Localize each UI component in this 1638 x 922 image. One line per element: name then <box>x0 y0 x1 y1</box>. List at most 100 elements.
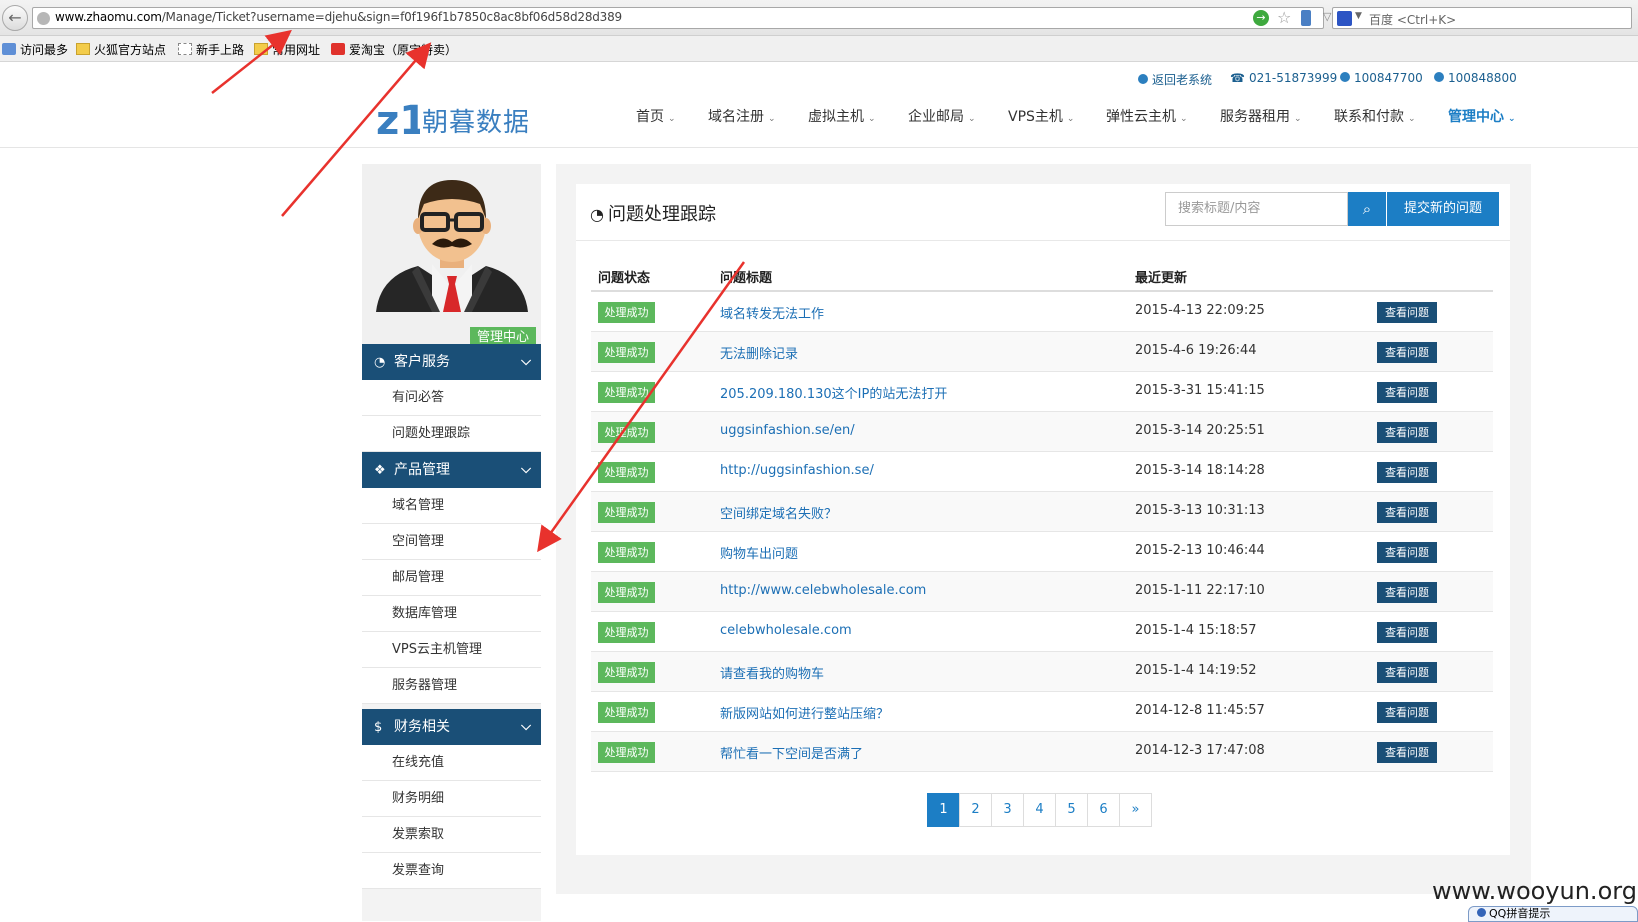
ticket-updated-time: 2015-3-14 18:14:28 <box>1135 463 1265 478</box>
view-ticket-button[interactable]: 查看问题 <box>1377 342 1437 363</box>
view-ticket-button[interactable]: 查看问题 <box>1377 582 1437 603</box>
nav-virtual-host[interactable]: 虚拟主机 ⌄ <box>808 106 876 126</box>
nav-management-center[interactable]: 管理中心 ⌄ <box>1448 106 1516 126</box>
page-1-button[interactable]: 1 <box>927 793 960 827</box>
ticket-updated-time: 2015-1-4 15:18:57 <box>1135 623 1257 638</box>
table-row: 处理成功 域名转发无法工作 2015-4-13 22:09:25 查看问题 <box>591 292 1493 332</box>
qq-pinyin-icon <box>1477 908 1486 917</box>
sidebar-item-server-management[interactable]: 服务器管理 <box>362 668 541 704</box>
nav-server-rental[interactable]: 服务器租用 ⌄ <box>1220 106 1302 126</box>
column-header-status: 问题状态 <box>598 271 651 286</box>
sidebar-item-domain-management[interactable]: 域名管理 <box>362 488 541 524</box>
page-2-button[interactable]: 2 <box>959 793 992 827</box>
view-ticket-button[interactable]: 查看问题 <box>1377 702 1437 723</box>
address-bar[interactable]: www.zhaomu.com/Manage/Ticket?username=dj… <box>32 7 1350 29</box>
view-ticket-button[interactable]: 查看问题 <box>1377 422 1437 443</box>
page-3-button[interactable]: 3 <box>991 793 1024 827</box>
view-ticket-button[interactable]: 查看问题 <box>1377 502 1437 523</box>
ticket-title-link[interactable]: 购物车出问题 <box>720 543 798 562</box>
ticket-title-link[interactable]: 空间绑定域名失败？ <box>720 503 837 522</box>
nav-contact-payment[interactable]: 联系和付款 ⌄ <box>1334 106 1416 126</box>
bookmark-aitaobao[interactable]: 爱淘宝（原宝特卖） <box>331 41 457 58</box>
chevron-down-icon: ⌵ <box>521 719 531 734</box>
bookmark-firefox-site[interactable]: 火狐官方站点 <box>76 41 166 58</box>
search-icon: ⌕ <box>1362 200 1372 218</box>
page-4-button[interactable]: 4 <box>1023 793 1056 827</box>
column-header-title: 问题标题 <box>720 271 773 286</box>
sidebar-section-product-management[interactable]: ❖ 产品管理 ⌵ <box>362 452 541 488</box>
sidebar-section-customer-service[interactable]: ◔ 客户服务 ⌵ <box>362 344 541 380</box>
search-button[interactable]: ⌕ <box>1348 192 1386 226</box>
ticket-title-link[interactable]: 新版网站如何进行整站压缩？ <box>720 703 889 722</box>
qq-icon <box>1434 72 1444 82</box>
sidebar-item-invoice-query[interactable]: 发票查询 <box>362 853 541 889</box>
table-row: 处理成功 请查看我的购物车 2015-1-4 14:19:52 查看问题 <box>591 652 1493 692</box>
status-badge: 处理成功 <box>598 422 655 443</box>
sidebar-item-ticket-tracking[interactable]: 问题处理跟踪 <box>362 416 541 452</box>
nav-domain-registration[interactable]: 域名注册 ⌄ <box>708 106 776 126</box>
status-badge: 处理成功 <box>598 582 655 603</box>
view-ticket-button[interactable]: 查看问题 <box>1377 742 1437 763</box>
search-engine-dropdown-icon[interactable]: ▼ <box>1355 11 1362 21</box>
return-old-system-link[interactable]: 返回老系统 <box>1138 71 1212 88</box>
globe-icon <box>37 12 50 25</box>
ticket-title-link[interactable]: 无法删除记录 <box>720 343 798 362</box>
ticket-title-link[interactable]: http://www.celebwholesale.com <box>720 583 926 598</box>
mobile-device-icon[interactable] <box>1301 10 1311 26</box>
qq-number-1[interactable]: 100847700 <box>1340 71 1423 85</box>
qq-number-2[interactable]: 100848800 <box>1434 71 1517 85</box>
view-ticket-button[interactable]: 查看问题 <box>1377 302 1437 323</box>
pagination: 1 2 3 4 5 6 » <box>927 793 1152 827</box>
browser-search-box[interactable]: ▼ 百度 <Ctrl+K> <box>1332 7 1632 29</box>
ticket-title-link[interactable]: celebwholesale.com <box>720 623 852 638</box>
sidebar-item-faq[interactable]: 有问必答 <box>362 380 541 416</box>
chevron-down-icon: ⌄ <box>1066 114 1075 124</box>
sidebar-section-finance[interactable]: $ 财务相关 ⌵ <box>362 709 541 745</box>
nav-elastic-cloud[interactable]: 弹性云主机 ⌄ <box>1106 106 1188 126</box>
ticket-title-link[interactable]: http://uggsinfashion.se/ <box>720 463 874 478</box>
chevron-down-icon: ⌄ <box>868 114 876 124</box>
bookmark-getting-started[interactable]: 新手上路 <box>178 41 244 58</box>
table-row: 处理成功 购物车出问题 2015-2-13 10:46:44 查看问题 <box>591 532 1493 572</box>
sidebar-item-invoice-request[interactable]: 发票索取 <box>362 817 541 853</box>
sidebar-item-online-recharge[interactable]: 在线充值 <box>362 745 541 781</box>
submit-new-ticket-button[interactable]: 提交新的问题 <box>1387 192 1499 226</box>
view-ticket-button[interactable]: 查看问题 <box>1377 382 1437 403</box>
bookmark-star-icon[interactable]: ☆ <box>1277 8 1291 27</box>
history-dropdown-icon[interactable]: ▽ <box>1323 10 1331 23</box>
bookmark-most-visited[interactable]: 访问最多 <box>2 41 68 58</box>
nav-home[interactable]: 首页 ⌄ <box>636 106 676 126</box>
sidebar-item-mail-management[interactable]: 邮局管理 <box>362 560 541 596</box>
ticket-updated-time: 2015-4-13 22:09:25 <box>1135 303 1265 318</box>
qq-pinyin-popup[interactable]: QQ拼音提示 <box>1468 906 1638 922</box>
ticket-title-link[interactable]: 请查看我的购物车 <box>720 663 824 682</box>
sidebar-item-vps-management[interactable]: VPS云主机管理 <box>362 632 541 668</box>
page-5-button[interactable]: 5 <box>1055 793 1088 827</box>
view-ticket-button[interactable]: 查看问题 <box>1377 542 1437 563</box>
table-row: 处理成功 205.209.180.130这个IP的站无法打开 2015-3-31… <box>591 372 1493 412</box>
ticket-title-link[interactable]: 域名转发无法工作 <box>720 303 824 322</box>
bookmark-common-sites[interactable]: 常用网址 <box>254 41 320 58</box>
chevron-down-icon: ⌄ <box>1180 114 1188 124</box>
page-6-button[interactable]: 6 <box>1087 793 1120 827</box>
ticket-title-link[interactable]: 205.209.180.130这个IP的站无法打开 <box>720 383 947 402</box>
nav-enterprise-mail[interactable]: 企业邮局 ⌄ <box>908 106 976 126</box>
ticket-title-link[interactable]: 帮忙看一下空间是否满了 <box>720 743 863 762</box>
view-ticket-button[interactable]: 查看问题 <box>1377 622 1437 643</box>
sidebar-item-database-management[interactable]: 数据库管理 <box>362 596 541 632</box>
view-ticket-button[interactable]: 查看问题 <box>1377 462 1437 483</box>
go-arrow-icon[interactable]: → <box>1253 10 1269 26</box>
status-badge: 处理成功 <box>598 742 655 763</box>
logo-icon[interactable]: z1 <box>376 92 420 138</box>
nav-vps[interactable]: VPS主机 ⌄ <box>1008 106 1074 126</box>
sidebar-item-finance-details[interactable]: 财务明细 <box>362 781 541 817</box>
table-row: 处理成功 celebwholesale.com 2015-1-4 15:18:5… <box>591 612 1493 652</box>
view-ticket-button[interactable]: 查看问题 <box>1377 662 1437 683</box>
sidebar-item-space-management[interactable]: 空间管理 <box>362 524 541 560</box>
ticket-title-link[interactable]: uggsinfashion.se/en/ <box>720 423 855 438</box>
logo-text[interactable]: 朝暮数据 <box>422 102 530 139</box>
back-arrow-icon[interactable]: ← <box>2 5 28 31</box>
table-row: 处理成功 http://uggsinfashion.se/ 2015-3-14 … <box>591 452 1493 492</box>
next-page-button[interactable]: » <box>1119 793 1152 827</box>
ticket-search-input[interactable]: 搜索标题/内容 <box>1165 192 1348 226</box>
